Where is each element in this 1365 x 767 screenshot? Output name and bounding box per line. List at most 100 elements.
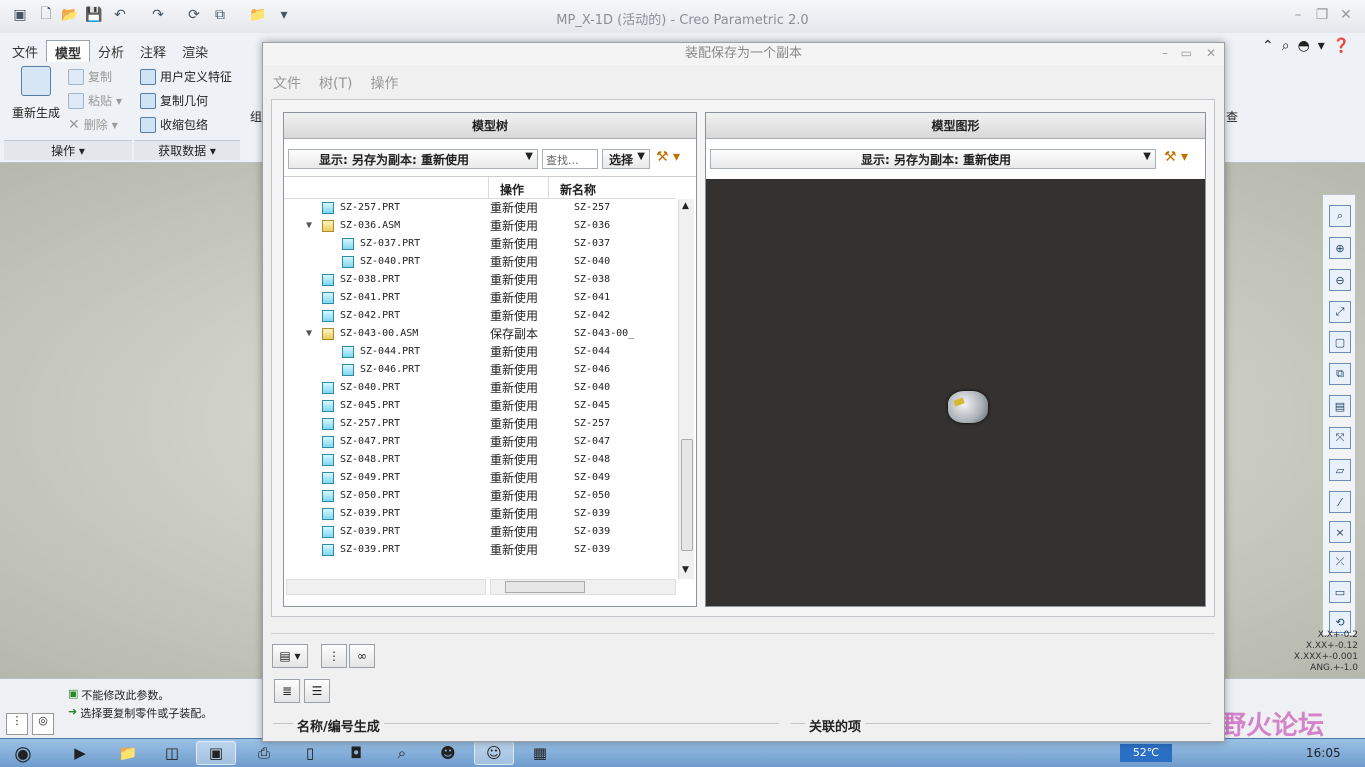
repaint-icon[interactable]: ⤢ — [1329, 301, 1351, 323]
taskbar-window-icon[interactable]: ◘ — [336, 741, 376, 765]
save-icon[interactable]: 💾 — [84, 5, 104, 25]
tree-row-new-name[interactable]: SZ-049 — [574, 469, 610, 487]
view-manager-icon[interactable]: ▤ — [1329, 395, 1351, 417]
regenerate-button[interactable]: 重新生成 — [10, 66, 62, 121]
tree-row-operation[interactable]: 重新使用 — [490, 361, 538, 379]
tree-h-scrollbar-left[interactable] — [286, 579, 486, 595]
tree-row[interactable]: SZ-257.PRT 重新使用 SZ-257 — [284, 415, 676, 433]
tab-analysis[interactable]: 分析 — [90, 40, 132, 62]
tree-row-new-name[interactable]: SZ-046 — [574, 361, 610, 379]
redo-icon[interactable]: ↷ — [148, 5, 168, 25]
collapse-ribbon-icon[interactable]: ⌃ — [1262, 38, 1274, 54]
menu-file[interactable]: 文件 — [273, 73, 301, 93]
menu-tree[interactable]: 树(T) — [319, 73, 352, 93]
info-icon[interactable]: ❓ — [1333, 38, 1350, 54]
browser-toggle-icon[interactable]: ◎ — [32, 713, 54, 735]
axis-display-icon[interactable]: ⁄ — [1329, 491, 1351, 513]
tree-row-new-name[interactable]: SZ-036 — [574, 217, 610, 235]
tree-row-operation[interactable]: 重新使用 — [490, 289, 538, 307]
scroll-thumb[interactable] — [681, 439, 693, 551]
display-style-icon[interactable]: ▢ — [1329, 331, 1351, 353]
folder-icon[interactable]: 📁 — [248, 5, 268, 25]
taskbar-pdf-icon[interactable]: ⎙ — [244, 741, 284, 765]
csys-display-icon[interactable]: ⤫ — [1329, 551, 1351, 573]
tree-row[interactable]: ▼ SZ-036.ASM 重新使用 SZ-036 — [284, 217, 676, 235]
paste-button[interactable]: 粘贴 ▾ — [68, 92, 122, 109]
taskbar-explorer-icon[interactable]: 📁 — [108, 741, 148, 765]
tree-row-new-name[interactable]: SZ-047 — [574, 433, 610, 451]
taskbar-excel-icon[interactable]: ▦ — [520, 741, 560, 765]
tree-row-operation[interactable]: 重新使用 — [490, 379, 538, 397]
tree-row-new-name[interactable]: SZ-037 — [574, 235, 610, 253]
udf-button[interactable]: 用户定义特征 — [140, 68, 232, 85]
menu-operations[interactable]: 操作 — [370, 73, 398, 93]
tree-row-new-name[interactable]: SZ-041 — [574, 289, 610, 307]
saved-views-icon[interactable]: ⧉ — [1329, 363, 1351, 385]
tree-row[interactable]: SZ-047.PRT 重新使用 SZ-047 — [284, 433, 676, 451]
taskbar-app-icon[interactable]: ◫ — [152, 741, 192, 765]
tree-row-operation[interactable]: 重新使用 — [490, 451, 538, 469]
tree-row[interactable]: SZ-046.PRT 重新使用 SZ-046 — [284, 361, 676, 379]
tree-row-new-name[interactable]: SZ-257 — [574, 199, 610, 217]
tree-row-new-name[interactable]: SZ-039 — [574, 541, 610, 559]
tree-display-filter[interactable]: 显示: 另存为副本: 重新使用 ▼ — [288, 149, 538, 169]
tree-row[interactable]: SZ-039.PRT 重新使用 SZ-039 — [284, 523, 676, 541]
tab-model[interactable]: 模型 — [46, 40, 91, 62]
tree-row[interactable]: SZ-041.PRT 重新使用 SZ-041 — [284, 289, 676, 307]
tree-row-new-name[interactable]: SZ-039 — [574, 523, 610, 541]
tree-row-new-name[interactable]: SZ-038 — [574, 271, 610, 289]
refit-icon[interactable]: ⌕ — [1329, 205, 1351, 227]
list-compact-button[interactable]: ☰ — [304, 679, 330, 703]
tree-row-new-name[interactable]: SZ-039 — [574, 505, 610, 523]
taskbar-qq-icon[interactable]: ☻ — [428, 741, 468, 765]
tree-row-operation[interactable]: 重新使用 — [490, 469, 538, 487]
tree-row-operation[interactable]: 重新使用 — [490, 541, 538, 559]
minimize-icon[interactable]: – — [1288, 5, 1308, 25]
taskbar-media-player-icon[interactable]: ▶ — [60, 741, 100, 765]
tree-row-operation[interactable]: 重新使用 — [490, 433, 538, 451]
search-icon[interactable]: ⌕ — [1282, 38, 1290, 54]
tree-row-operation[interactable]: 重新使用 — [490, 505, 538, 523]
point-display-icon[interactable]: × — [1329, 521, 1351, 543]
regenerate-icon[interactable]: ⟳ — [184, 5, 204, 25]
tree-row-new-name[interactable]: SZ-045 — [574, 397, 610, 415]
group-get-data[interactable]: 获取数据 ▾ — [134, 140, 240, 160]
tree-row-operation[interactable]: 重新使用 — [490, 253, 538, 271]
new-file-icon[interactable]: 🗋 — [36, 5, 56, 25]
restore-icon[interactable]: ❐ — [1312, 5, 1332, 25]
tree-row-new-name[interactable]: SZ-048 — [574, 451, 610, 469]
model-preview-viewport[interactable] — [706, 179, 1205, 606]
tree-settings-icon[interactable]: ⚒ ▾ — [656, 149, 694, 169]
find-input[interactable]: 查找... — [542, 149, 598, 169]
app-icon[interactable]: ▣ — [10, 5, 30, 25]
perspective-icon[interactable]: ⤧ — [1329, 427, 1351, 449]
tree-row-new-name[interactable]: SZ-042 — [574, 307, 610, 325]
tree-row-new-name[interactable]: SZ-040 — [574, 253, 610, 271]
tree-row-new-name[interactable]: SZ-257 — [574, 415, 610, 433]
windows-icon[interactable]: ⧉ — [210, 5, 230, 25]
tree-row[interactable]: SZ-257.PRT 重新使用 SZ-257 — [284, 199, 676, 217]
tree-row[interactable]: ▼ SZ-043-00.ASM 保存副本 SZ-043-00_ — [284, 325, 676, 343]
tab-render[interactable]: 渲染 — [174, 40, 216, 62]
copy-geometry-button[interactable]: 复制几何 — [140, 92, 208, 109]
tree-row-operation[interactable]: 重新使用 — [490, 343, 538, 361]
tree-row-new-name[interactable]: SZ-043-00_ — [574, 325, 634, 343]
tree-row[interactable]: SZ-040.PRT 重新使用 SZ-040 — [284, 253, 676, 271]
tree-row-new-name[interactable]: SZ-044 — [574, 343, 610, 361]
tree-view-button[interactable]: ⋮ — [321, 644, 347, 668]
tree-row-operation[interactable]: 保存副本 — [490, 325, 538, 343]
model-tree-toggle-icon[interactable]: ⋮ — [6, 713, 28, 735]
tab-file[interactable]: 文件 — [4, 40, 46, 62]
tree-row[interactable]: SZ-044.PRT 重新使用 SZ-044 — [284, 343, 676, 361]
tree-row-operation[interactable]: 重新使用 — [490, 199, 538, 217]
column-new-name[interactable]: 新名称 — [560, 181, 596, 198]
tree-h-scrollbar-right[interactable] — [490, 579, 676, 595]
tree-row[interactable]: SZ-039.PRT 重新使用 SZ-039 — [284, 541, 676, 559]
group-operations[interactable]: 操作 ▾ — [4, 140, 132, 160]
plane-display-icon[interactable]: ▱ — [1329, 459, 1351, 481]
layout-toggle-button[interactable]: ▤ ▾ — [272, 644, 308, 668]
tab-annotate[interactable]: 注释 — [132, 40, 174, 62]
tree-row-operation[interactable]: 重新使用 — [490, 235, 538, 253]
tree-row-operation[interactable]: 重新使用 — [490, 397, 538, 415]
tree-row-operation[interactable]: 重新使用 — [490, 523, 538, 541]
